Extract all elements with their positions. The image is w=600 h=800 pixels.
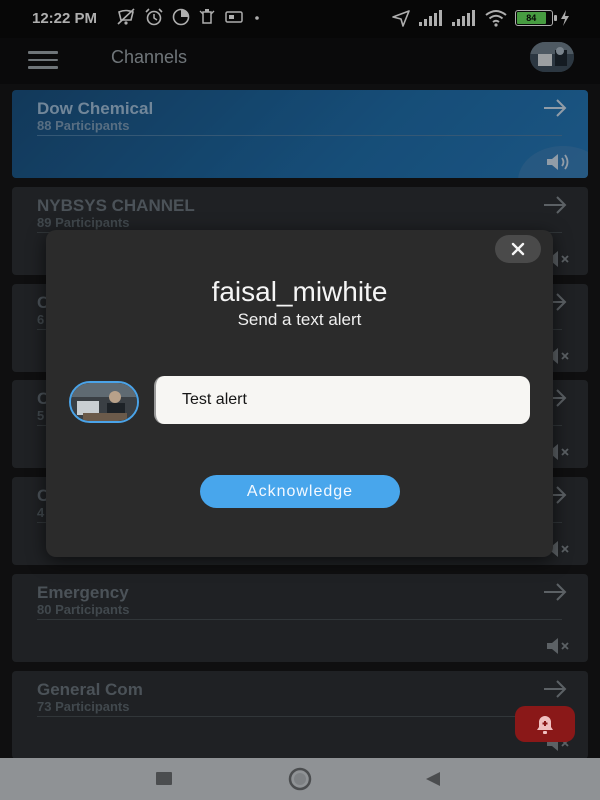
recent-apps-icon[interactable] xyxy=(156,772,172,785)
back-icon[interactable] xyxy=(424,770,442,788)
close-icon xyxy=(511,242,525,256)
text-alert-dialog: faisal_miwhite Send a text alert Test al… xyxy=(46,230,553,557)
alert-fab[interactable] xyxy=(515,706,575,742)
acknowledge-button[interactable]: Acknowledge xyxy=(200,475,400,508)
dialog-subtitle: Send a text alert xyxy=(237,310,362,329)
sender-avatar xyxy=(69,381,139,423)
alert-message: Test alert xyxy=(154,376,530,424)
screen: 12:22 PM 84 Channels Dow Chemical 88 Par… xyxy=(0,0,600,800)
system-nav-bar xyxy=(0,758,600,800)
close-button[interactable] xyxy=(495,235,541,263)
sender-name: faisal_miwhite xyxy=(211,276,388,307)
alert-bell-icon xyxy=(537,716,553,734)
home-icon[interactable] xyxy=(287,767,313,791)
